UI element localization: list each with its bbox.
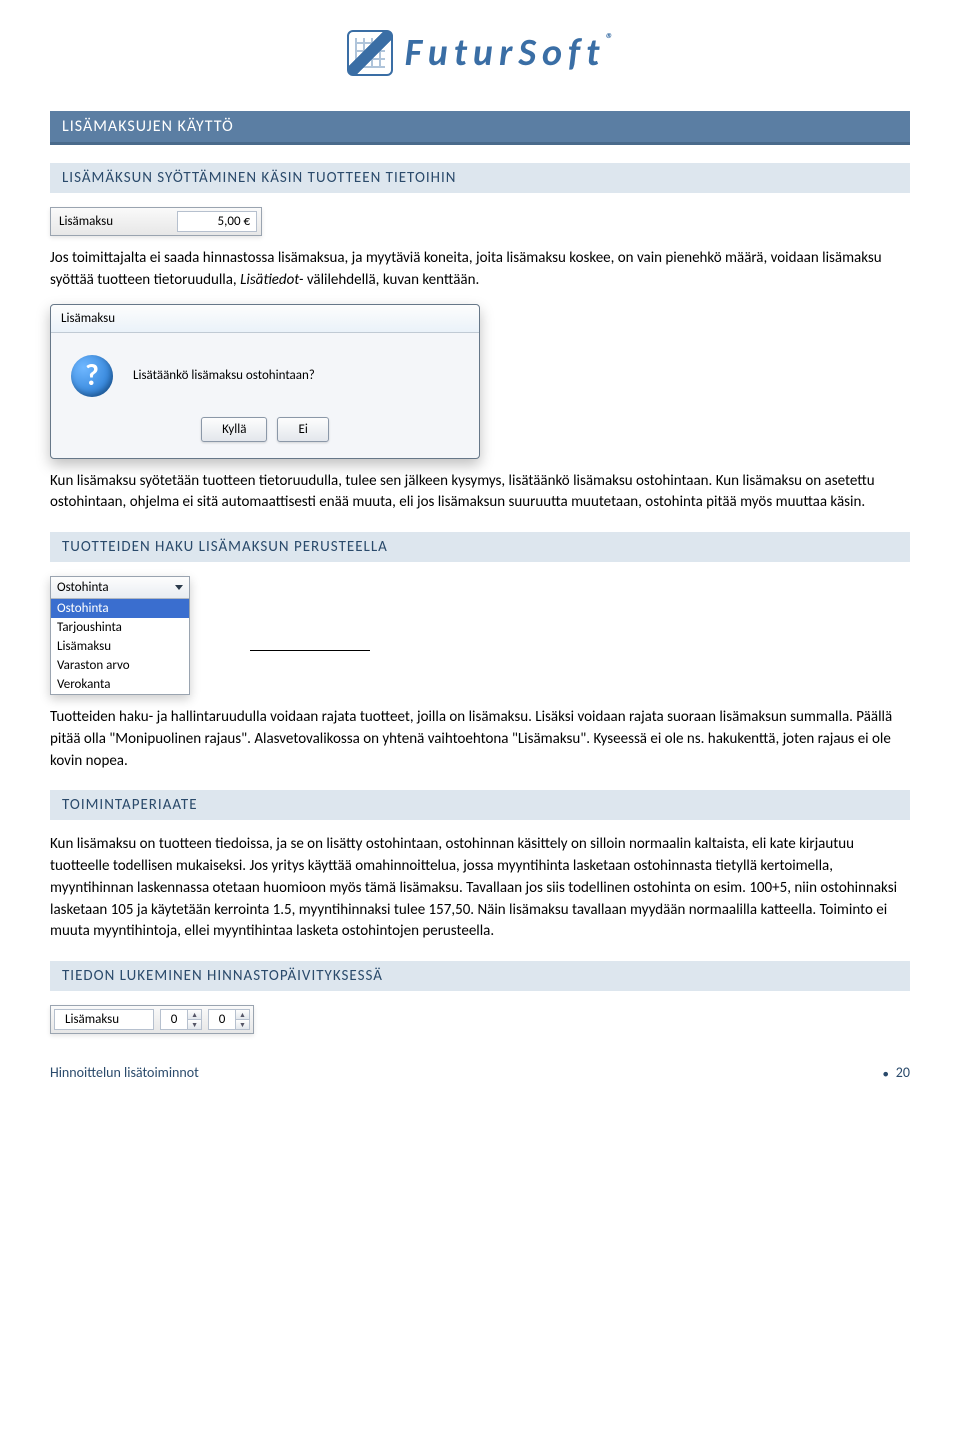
intro-tail: välilehdellä, kuvan kenttään. — [303, 271, 479, 289]
combobox-selected-text: Ostohinta — [57, 580, 109, 595]
field-value[interactable]: 5,00 € — [177, 211, 257, 232]
filter-combobox[interactable]: Ostohinta Ostohinta Tarjoushinta Lisämak… — [50, 576, 190, 695]
chevron-down-icon — [175, 585, 183, 590]
brand-name: FuturSoft® — [405, 30, 614, 76]
spinner-value: 0 — [209, 1010, 235, 1029]
page-number: 20 — [896, 1064, 910, 1081]
no-button[interactable]: Ei — [277, 417, 328, 442]
after-dialog-paragraph: Kun lisämaksu syötetään tuotteen tietoru… — [50, 471, 910, 515]
intro-emphasis: Lisätiedot- — [240, 271, 303, 289]
page-header: FuturSoft® — [0, 0, 960, 91]
spinner-down-icon[interactable]: ▼ — [188, 1019, 201, 1029]
pointer-line-icon — [250, 650, 370, 651]
combobox-option[interactable]: Ostohinta — [51, 599, 189, 618]
combobox-option[interactable]: Lisämaksu — [51, 637, 189, 656]
after-combo-paragraph: Tuotteiden haku- ja hallintaruudulla voi… — [50, 707, 910, 772]
dialog-message: Lisätäänkö lisämaksu ostohintaan? — [133, 368, 315, 383]
section-heading: LISÄMAKSUJEN KÄYTTÖ — [50, 111, 910, 145]
spinner-buttons[interactable]: ▲ ▼ — [187, 1010, 201, 1029]
subsection-heading: LISÄMÄKSUN SYÖTTÄMINEN KÄSIN TUOTTEEN TI… — [50, 163, 910, 193]
field-label: Lisämaksu — [55, 214, 117, 229]
surcharge-field: Lisämaksu 5,00 € — [50, 207, 262, 236]
spinner-value: 0 — [161, 1010, 187, 1029]
subsection-heading: TIEDON LUKEMINEN HINNASTOPÄIVITYKSESSÄ — [50, 961, 910, 991]
intro-paragraph: Jos toimittajalta ei saada hinnastossa l… — [50, 248, 910, 292]
brand-text: FuturSoft — [405, 30, 606, 76]
spinner-up-icon[interactable]: ▲ — [236, 1010, 249, 1019]
footer-title: Hinnoittelun lisätoiminnot — [50, 1064, 199, 1081]
principle-paragraph: Kun lisämaksu on tuotteen tiedoissa, ja … — [50, 834, 910, 943]
yes-button[interactable]: Kyllä — [201, 417, 267, 442]
confirmation-dialog: Lisämaksu ? Lisätäänkö lisämaksu ostohin… — [50, 304, 480, 459]
spinner-buttons[interactable]: ▲ ▼ — [235, 1010, 249, 1029]
combobox-list: Ostohinta Tarjoushinta Lisämaksu Varasto… — [51, 599, 189, 694]
spinner-cell-1[interactable]: 0 ▲ ▼ — [160, 1009, 202, 1030]
combobox-option[interactable]: Verokanta — [51, 675, 189, 694]
question-icon: ? — [71, 355, 113, 397]
brand-logo: FuturSoft® — [347, 30, 614, 76]
spinner-down-icon[interactable]: ▼ — [236, 1019, 249, 1029]
subsection-heading: TOIMINTAPERIAATE — [50, 790, 910, 820]
surcharge-spinner-row: Lisämaksu 0 ▲ ▼ 0 ▲ ▼ — [50, 1005, 254, 1034]
combobox-option[interactable]: Tarjoushinta — [51, 618, 189, 637]
dialog-title: Lisämaksu — [51, 305, 479, 333]
spinner-up-icon[interactable]: ▲ — [188, 1010, 201, 1019]
trademark-symbol: ® — [605, 30, 613, 49]
page-footer: Hinnoittelun lisätoiminnot ● 20 — [0, 1034, 960, 1081]
logo-icon — [347, 30, 393, 76]
spinner-label: Lisämaksu — [54, 1009, 154, 1030]
spinner-cell-2[interactable]: 0 ▲ ▼ — [208, 1009, 250, 1030]
combobox-selected[interactable]: Ostohinta — [51, 577, 189, 599]
combobox-option[interactable]: Varaston arvo — [51, 656, 189, 675]
footer-page: ● 20 — [879, 1064, 910, 1081]
subsection-heading: TUOTTEIDEN HAKU LISÄMAKSUN PERUSTEELLA — [50, 532, 910, 562]
